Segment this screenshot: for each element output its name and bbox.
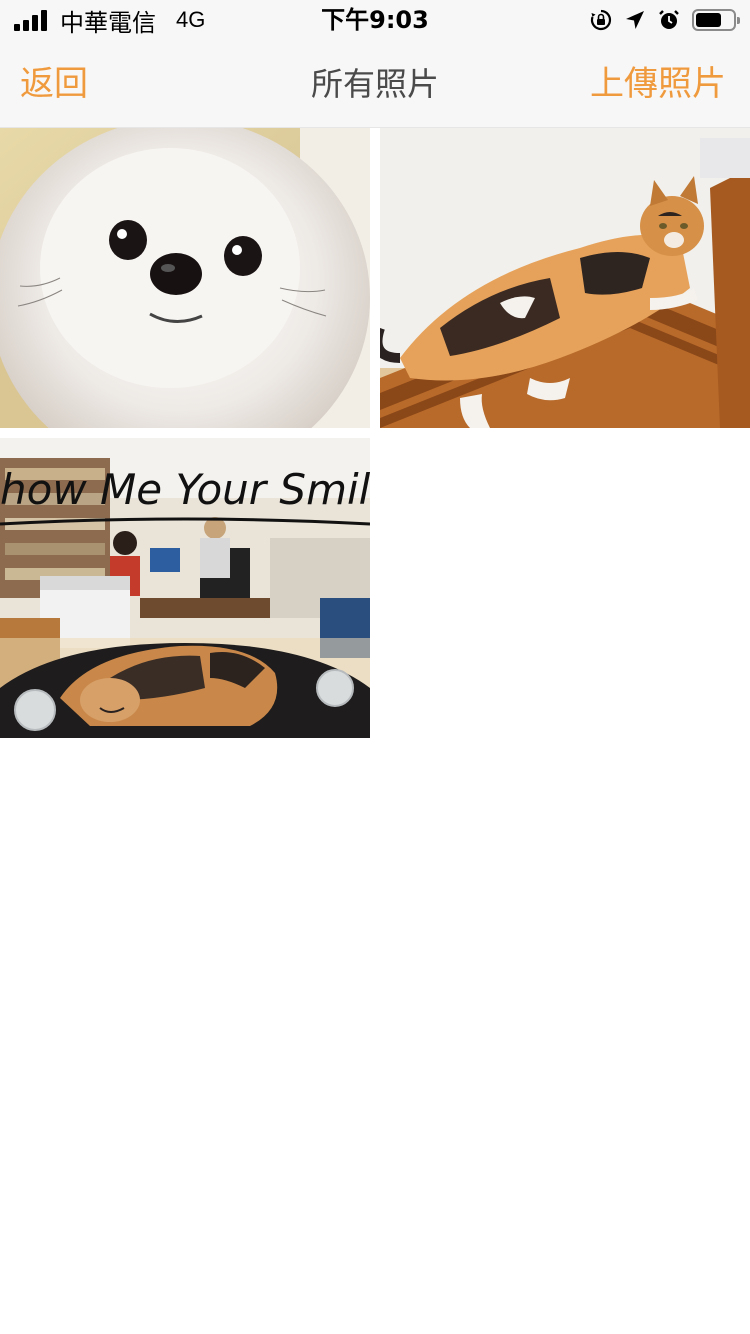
status-bar: 中華電信 4G 下午9:03 — [0, 0, 750, 40]
carrier-name: 中華電信 — [60, 8, 156, 37]
back-button[interactable]: 返回 — [20, 40, 88, 128]
upload-photo-button[interactable]: 上傳照片 — [590, 40, 726, 128]
signal-icon — [14, 9, 50, 31]
battery-icon — [692, 9, 740, 31]
status-time: 下午9:03 — [321, 6, 429, 34]
office-photo-image: how Me Your Smil — [0, 438, 370, 738]
cat-photo-image — [380, 128, 750, 428]
alarm-icon — [656, 7, 682, 33]
photo-thumbnail-cat[interactable] — [380, 128, 750, 428]
orientation-lock-icon — [588, 7, 614, 33]
status-left: 中華電信 4G — [14, 0, 205, 40]
nav-bar: 返回 所有照片 上傳照片 — [0, 40, 750, 128]
dog-photo-image — [0, 128, 370, 428]
network-type: 4G — [176, 7, 206, 32]
battery-fill — [696, 13, 722, 27]
photo-overlay-text: how Me Your Smil — [0, 465, 370, 514]
photo-thumbnail-office[interactable]: how Me Your Smil — [0, 438, 370, 738]
status-right — [580, 0, 740, 40]
photo-thumbnail-dog[interactable] — [0, 128, 370, 428]
location-arrow-icon — [622, 7, 648, 33]
